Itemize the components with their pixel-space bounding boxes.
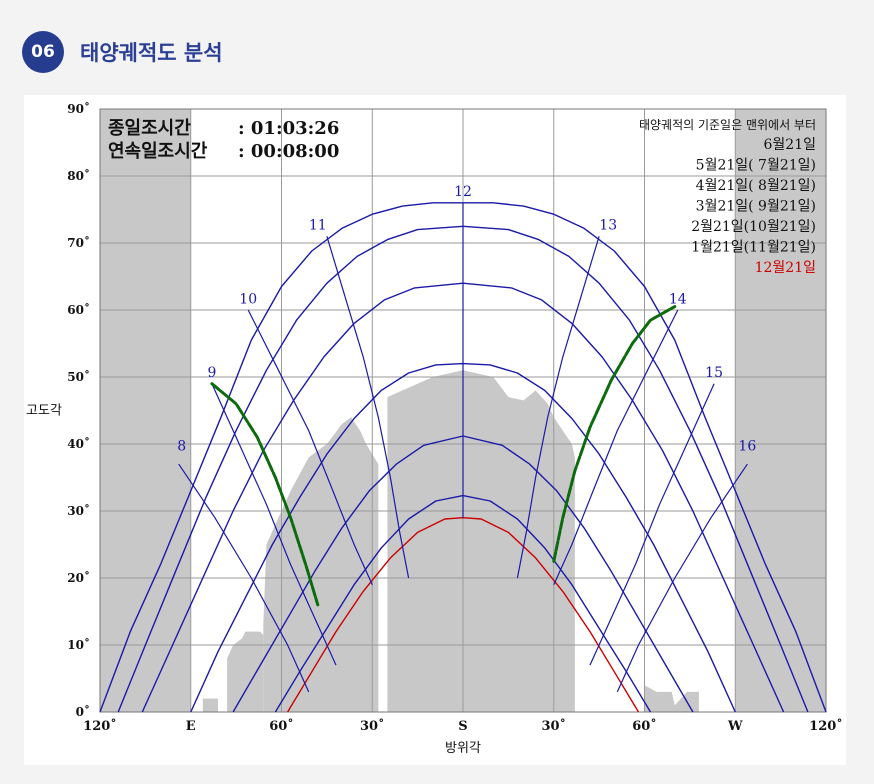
x-tick-label: 60˚ bbox=[632, 718, 657, 734]
obstruction-area bbox=[227, 631, 264, 712]
hour-label: 10 bbox=[239, 291, 257, 307]
stat-value: : 01:03:26 bbox=[238, 118, 339, 139]
obstruction-area bbox=[275, 665, 282, 712]
x-tick-label: E bbox=[186, 719, 196, 734]
hour-label: 15 bbox=[705, 365, 723, 381]
hour-label: 11 bbox=[309, 218, 327, 234]
hour-label: 8 bbox=[177, 439, 186, 455]
x-axis-title: 방위각 bbox=[445, 741, 481, 756]
stat-value: : 00:08:00 bbox=[238, 141, 339, 162]
legend-item: 5월21일( 7월21일) bbox=[696, 158, 816, 174]
stat-label: 연속일조시간 bbox=[108, 141, 208, 162]
legend-item: 1월21일(11월21일) bbox=[691, 240, 816, 256]
y-tick-label: 70˚ bbox=[67, 235, 90, 250]
x-tick-label: 120˚ bbox=[83, 718, 117, 734]
hour-label: 13 bbox=[599, 218, 617, 234]
stat-label: 종일조시간 bbox=[108, 118, 191, 139]
x-tick-label: S bbox=[458, 719, 467, 734]
x-tick-label: W bbox=[727, 719, 743, 734]
x-tick-label: 60˚ bbox=[269, 718, 294, 734]
y-tick-label: 0˚ bbox=[76, 704, 90, 719]
y-axis-title: 고도각 bbox=[26, 404, 62, 419]
obstruction-area bbox=[202, 698, 218, 712]
y-tick-label: 20˚ bbox=[67, 570, 90, 585]
y-tick-label: 60˚ bbox=[67, 302, 90, 317]
section-header: 06 태양궤적도 분석 bbox=[22, 30, 223, 74]
section-title: 태양궤적도 분석 bbox=[80, 41, 223, 65]
y-tick-label: 90˚ bbox=[67, 101, 90, 116]
hour-label: 9 bbox=[207, 365, 216, 381]
hour-line bbox=[589, 383, 715, 666]
y-tick-label: 40˚ bbox=[67, 436, 90, 451]
y-tick-label: 10˚ bbox=[67, 637, 90, 652]
legend-item: 4월21일( 8월21일) bbox=[696, 178, 816, 194]
x-tick-label: 30˚ bbox=[541, 718, 566, 734]
y-tick-label: 30˚ bbox=[67, 503, 90, 518]
obstruction-area bbox=[100, 109, 191, 712]
hour-label: 14 bbox=[669, 291, 687, 307]
x-tick-label: 30˚ bbox=[360, 718, 385, 734]
y-tick-label: 80˚ bbox=[67, 168, 90, 183]
legend-item: 3월21일( 9월21일) bbox=[696, 199, 816, 215]
chart-panel: 8 9 10 11 12 13 14 15 16 0˚ 10˚ 20˚ 30˚ 40˚ 50˚ 60˚ 70˚ 8… bbox=[24, 95, 846, 765]
legend-item: 6월21일 bbox=[764, 137, 816, 153]
hour-label: 16 bbox=[738, 439, 756, 455]
sun-path-chart: 8 9 10 11 12 13 14 15 16 0˚ 10˚ 20˚ 30˚ 40˚ 50˚ 60˚ 70˚ 8… bbox=[26, 101, 843, 756]
legend-note: 태양궤적의 기준일은 맨위에서 부터 bbox=[639, 118, 816, 132]
section-number-badge: 06 bbox=[22, 31, 64, 73]
legend-item: 2월21일(10월21일) bbox=[691, 219, 816, 235]
legend-item: 12월21일 bbox=[755, 260, 816, 276]
y-tick-label: 50˚ bbox=[67, 369, 90, 384]
hour-label: 12 bbox=[454, 184, 472, 200]
x-tick-label: 120˚ bbox=[809, 718, 843, 734]
